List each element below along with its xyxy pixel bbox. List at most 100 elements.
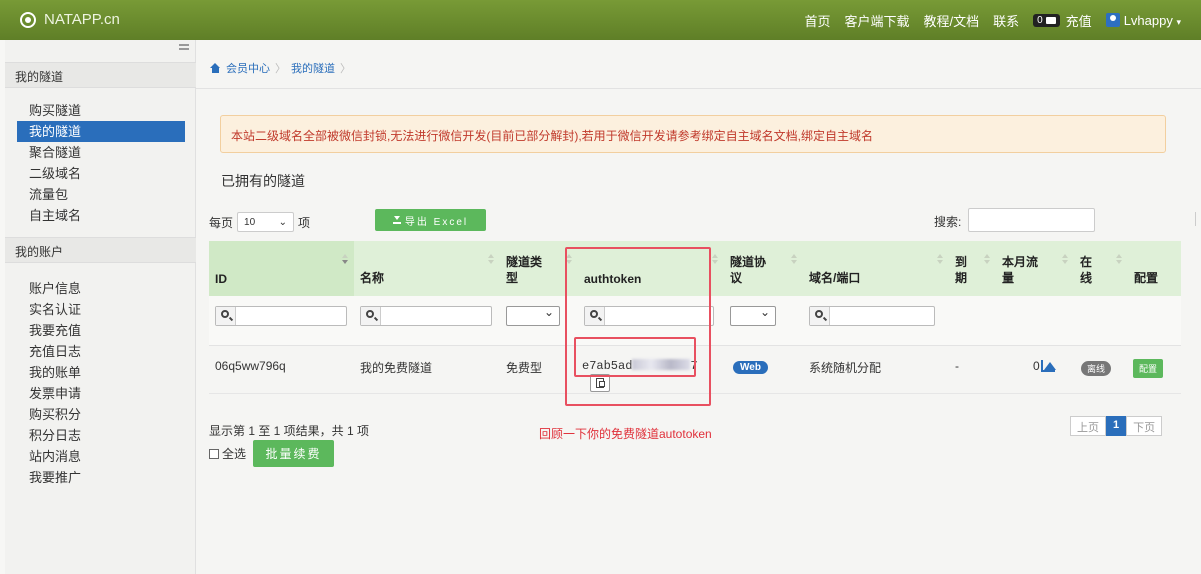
main-content: 会员中心 〉 我的隧道 〉 本站二级域名全部被微信封锁,无法进行微信开发(目前已… — [196, 40, 1201, 574]
balance-badge[interactable]: 0 — [1033, 13, 1060, 27]
col-protocol[interactable]: 隧道协议 — [724, 241, 803, 296]
col-online[interactable]: 在线 — [1074, 241, 1128, 296]
cell-expire: - — [955, 359, 959, 373]
prev-page-button[interactable]: 上页 — [1070, 416, 1106, 436]
brand-name: NATAPP.cn — [44, 11, 120, 28]
top-nav-links: 首页 客户端下载 教程/文档 联系 0 充值 Lvhappy ▾ — [804, 0, 1181, 40]
search-label: 搜索: — [934, 215, 962, 229]
sidebar-item-traffic-pack[interactable]: 流量包 — [17, 184, 185, 205]
home-icon[interactable] — [210, 63, 221, 73]
col-expire[interactable]: 到期 — [949, 241, 996, 296]
breadcrumb-divider — [196, 88, 1201, 89]
authtoken-highlight-box — [565, 247, 711, 406]
user-name: Lvhappy — [1123, 12, 1173, 28]
per-page-prefix: 每页 — [209, 215, 234, 230]
online-status-badge: 离线 — [1081, 361, 1112, 376]
export-label: 导出 Excel — [404, 216, 469, 228]
per-page-control: 每页 10 ⌄ 项 — [209, 212, 310, 232]
filter-id-input[interactable] — [215, 306, 347, 326]
pagination: 上页 1 下页 — [1070, 416, 1163, 436]
result-summary: 显示第 1 至 1 项结果，共 1 项 — [209, 424, 370, 438]
export-excel-button[interactable]: 导出 Excel — [375, 209, 486, 231]
page-1-button[interactable]: 1 — [1106, 416, 1127, 436]
page-title: 已拥有的隧道 — [221, 173, 305, 189]
sidebar-tunnel-list: 购买隧道 我的隧道 聚合隧道 二级域名 流量包 自主域名 — [17, 100, 185, 226]
sort-icon — [791, 254, 797, 264]
sidebar-item-recharge-log[interactable]: 充值日志 — [17, 341, 185, 362]
sidebar-item-messages[interactable]: 站内消息 — [17, 446, 185, 467]
sidebar-item-buy-tunnel[interactable]: 购买隧道 — [17, 100, 185, 121]
breadcrumb-separator: 〉 — [340, 63, 351, 75]
breadcrumb-member-center[interactable]: 会员中心 — [226, 60, 270, 76]
balance-value: 0 — [1037, 14, 1043, 26]
sidebar-item-real-name[interactable]: 实名认证 — [17, 299, 185, 320]
breadcrumb-my-tunnels[interactable]: 我的隧道 — [291, 60, 335, 76]
sort-icon — [712, 254, 718, 264]
select-all[interactable]: 全选 — [209, 445, 246, 462]
col-domain[interactable]: 域名/端口 — [803, 241, 949, 296]
select-all-label: 全选 — [222, 447, 247, 461]
filter-type-select[interactable] — [506, 305, 560, 326]
sidebar-item-custom-domain[interactable]: 自主域名 — [17, 205, 185, 226]
download-icon — [392, 216, 401, 224]
sidebar-item-my-tunnels[interactable]: 我的隧道 — [17, 121, 185, 142]
cell-traffic: 0 — [1033, 359, 1040, 373]
sidebar-item-recharge[interactable]: 我要充值 — [17, 320, 185, 341]
nav-recharge[interactable]: 充值 — [1066, 11, 1092, 30]
nav-client-download[interactable]: 客户端下载 — [844, 11, 909, 30]
sidebar: 我的隧道 购买隧道 我的隧道 聚合隧道 二级域名 流量包 自主域名 我的账户 账… — [5, 40, 196, 574]
sidebar-collapse-icon[interactable] — [179, 44, 189, 50]
sidebar-item-account-info[interactable]: 账户信息 — [17, 278, 185, 299]
nav-contact[interactable]: 联系 — [993, 11, 1019, 30]
sidebar-header-account: 我的账户 — [5, 237, 196, 263]
per-page-select[interactable]: 10 ⌄ — [237, 212, 295, 232]
col-config: 配置 — [1134, 271, 1159, 285]
sort-icon — [937, 254, 943, 264]
search-icon — [221, 310, 229, 318]
search-icon — [366, 310, 374, 318]
config-button[interactable]: 配置 — [1133, 359, 1164, 378]
batch-renew-button[interactable]: 批量续费 — [253, 440, 334, 467]
search-input[interactable] — [968, 208, 1095, 232]
sidebar-item-subdomain[interactable]: 二级域名 — [17, 163, 185, 184]
breadcrumb: 会员中心 〉 我的隧道 〉 — [210, 60, 351, 76]
filter-domain-input[interactable] — [809, 306, 935, 326]
sidebar-item-bills[interactable]: 我的账单 — [17, 362, 185, 383]
cell-domain: 系统随机分配 — [809, 361, 882, 375]
nav-docs[interactable]: 教程/文档 — [923, 11, 979, 30]
sort-icon — [1116, 254, 1122, 264]
col-traffic[interactable]: 本月流量 — [996, 241, 1074, 296]
annotation-note: 回顾一下你的免费隧道autotoken — [539, 427, 712, 441]
user-icon — [1105, 12, 1120, 27]
sidebar-item-invoice[interactable]: 发票申请 — [17, 383, 185, 404]
breadcrumb-separator: 〉 — [275, 63, 286, 75]
cell-type: 免费型 — [506, 361, 543, 375]
warning-alert: 本站二级域名全部被微信封锁,无法进行微信开发(目前已部分解封),若用于微信开发请… — [220, 115, 1166, 153]
brand[interactable]: NATAPP.cn — [20, 11, 120, 28]
sidebar-item-buy-points[interactable]: 购买积分 — [17, 404, 185, 425]
top-navbar: NATAPP.cn 首页 客户端下载 教程/文档 联系 0 充值 Lvhappy… — [0, 0, 1201, 40]
filter-protocol-select[interactable] — [730, 305, 776, 326]
card-icon — [1045, 16, 1056, 24]
select-all-checkbox[interactable] — [209, 448, 219, 459]
sidebar-item-aggregate-tunnel[interactable]: 聚合隧道 — [17, 142, 185, 163]
sort-icon — [1062, 254, 1068, 264]
next-page-button[interactable]: 下页 — [1126, 416, 1163, 436]
nav-home[interactable]: 首页 — [804, 11, 830, 30]
caret-down-icon: ▾ — [1176, 16, 1181, 27]
sidebar-item-promote[interactable]: 我要推广 — [17, 467, 185, 488]
authtoken-highlight-inner — [574, 337, 696, 377]
col-id[interactable]: ID — [209, 241, 354, 296]
sidebar-item-points-log[interactable]: 积分日志 — [17, 425, 185, 446]
col-name[interactable]: 名称 — [354, 241, 500, 296]
traffic-chart-icon[interactable] — [1041, 360, 1056, 372]
user-menu[interactable]: Lvhappy ▾ — [1105, 12, 1181, 28]
filter-name-input[interactable] — [360, 306, 492, 326]
sort-icon — [488, 254, 494, 264]
search-icon — [815, 310, 823, 318]
sort-icon — [342, 254, 348, 264]
sidebar-account-list: 账户信息 实名认证 我要充值 充值日志 我的账单 发票申请 购买积分 积分日志 … — [17, 278, 185, 488]
per-page-value: 10 — [244, 216, 256, 228]
natapp-logo-icon — [20, 11, 36, 28]
per-page-suffix: 项 — [298, 215, 311, 230]
